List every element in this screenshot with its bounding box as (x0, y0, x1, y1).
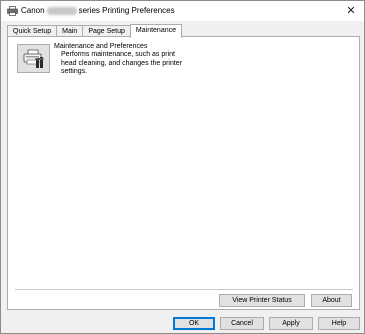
apply-button[interactable]: Apply (269, 317, 313, 330)
maintenance-panel: Maintenance and Preferences Performs mai… (7, 36, 360, 310)
redacted-model-name (46, 6, 77, 15)
title-bar[interactable]: Canon series Printing Preferences ✕ (1, 1, 364, 21)
close-button[interactable]: ✕ (344, 4, 358, 18)
printing-preferences-window: Canon series Printing Preferences ✕ Quic… (0, 0, 365, 334)
help-button[interactable]: Help (318, 317, 360, 330)
printer-maintenance-icon (23, 49, 44, 68)
view-printer-status-button[interactable]: View Printer Status (219, 294, 305, 307)
about-button[interactable]: About (311, 294, 352, 307)
cancel-button[interactable]: Cancel (220, 317, 264, 330)
tool-description: Performs maintenance, such as print head… (61, 51, 183, 75)
close-icon: ✕ (346, 4, 356, 17)
printer-app-icon (7, 6, 18, 16)
panel-divider (15, 289, 353, 290)
ok-button[interactable]: OK (173, 317, 215, 330)
tool-title: Maintenance and Preferences (54, 43, 148, 50)
tab-maintenance[interactable]: Maintenance (129, 24, 183, 38)
window-title: Canon series Printing Preferences (21, 6, 175, 15)
window-title-prefix: Canon (21, 6, 45, 15)
maintenance-preferences-button[interactable] (17, 44, 50, 73)
window-title-suffix: series Printing Preferences (78, 6, 175, 15)
